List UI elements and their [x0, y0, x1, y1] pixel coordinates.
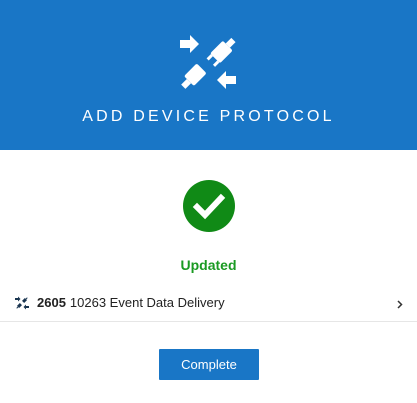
- device-protocol-row[interactable]: 2605 10263 Event Data Delivery: [0, 284, 417, 322]
- plug-connect-icon: [15, 296, 29, 310]
- page-title: ADD DEVICE PROTOCOL: [82, 108, 335, 125]
- device-name: 10263 Event Data Delivery: [69, 295, 225, 310]
- device-protocol-label: 2605 10263 Event Data Delivery: [37, 295, 225, 310]
- add-device-protocol-screen: ADD DEVICE PROTOCOL Updated 2605 10263 Ev…: [0, 0, 417, 403]
- complete-button[interactable]: Complete: [159, 349, 259, 380]
- check-circle-icon: [183, 180, 235, 232]
- plug-connect-icon: [180, 35, 236, 89]
- chevron-right-icon: [397, 300, 403, 309]
- status-message: Updated: [180, 257, 237, 273]
- header-banner: ADD DEVICE PROTOCOL: [0, 0, 417, 150]
- device-id: 2605: [37, 295, 66, 310]
